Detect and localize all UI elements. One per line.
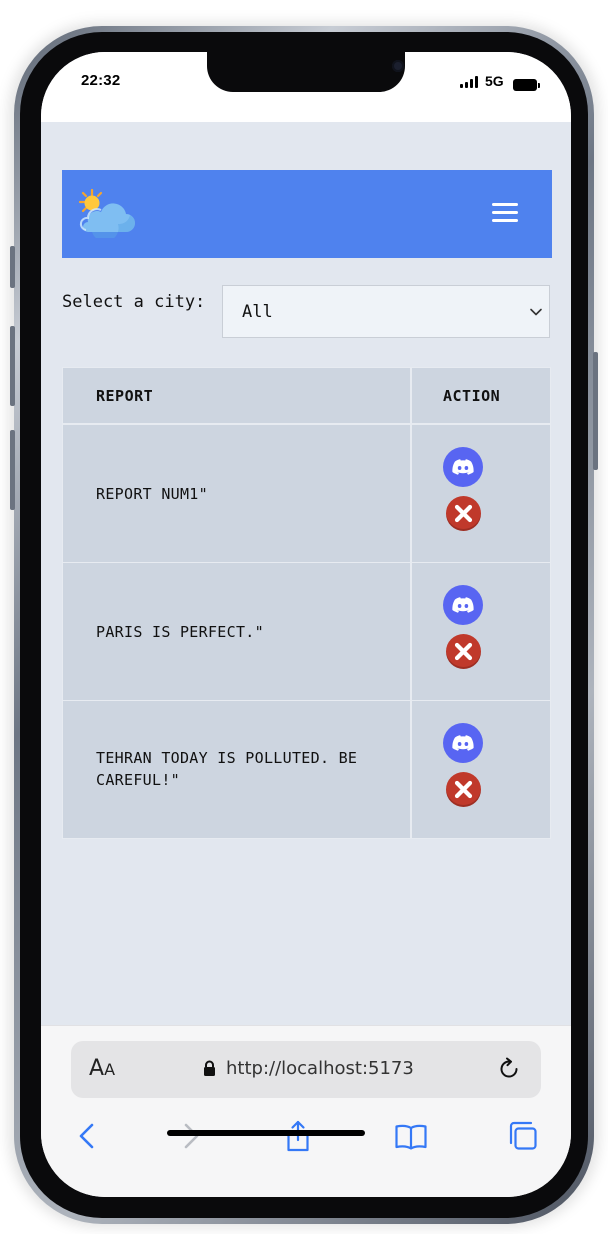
forward-chevron-icon[interactable] xyxy=(174,1119,208,1153)
chevron-down-icon xyxy=(530,308,542,316)
address-bar[interactable]: AA http://localhost:5173 xyxy=(71,1041,541,1098)
report-text: REPORT NUM1" xyxy=(96,485,208,503)
hamburger-menu-icon[interactable] xyxy=(492,200,520,224)
web-page: Select a city: All REPORT ACTION REPORT … xyxy=(41,122,571,1025)
phone-screen: 22:32 5G Select a city: All REPORT ACTIO… xyxy=(41,52,571,1197)
status-time: 22:32 xyxy=(81,72,121,89)
discord-icon[interactable] xyxy=(443,585,483,625)
network-label: 5G xyxy=(485,73,504,89)
report-column-header: REPORT xyxy=(96,387,154,405)
home-indicator[interactable] xyxy=(167,1130,365,1136)
share-icon[interactable] xyxy=(281,1119,315,1153)
bookmarks-icon[interactable] xyxy=(394,1119,428,1153)
notch xyxy=(207,52,405,92)
lock-icon xyxy=(204,1060,215,1076)
silent-switch xyxy=(10,246,15,288)
battery-icon xyxy=(513,79,537,91)
delete-x-icon[interactable] xyxy=(446,634,481,669)
discord-icon[interactable] xyxy=(443,723,483,763)
report-table: REPORT ACTION REPORT NUM1" PARIS IS PERF… xyxy=(62,367,551,839)
city-select[interactable]: All xyxy=(222,285,550,338)
power-button xyxy=(593,352,598,470)
table-row: PARIS IS PERFECT." xyxy=(63,563,550,701)
tabs-icon[interactable] xyxy=(506,1119,540,1153)
delete-x-icon[interactable] xyxy=(446,772,481,807)
url-text: http://localhost:5173 xyxy=(226,1058,414,1079)
discord-icon[interactable] xyxy=(443,447,483,487)
volume-down-button xyxy=(10,430,15,510)
volume-up-button xyxy=(10,326,15,406)
status-bar: 22:32 5G xyxy=(41,52,571,122)
city-select-value: All xyxy=(242,302,273,322)
text-size-button[interactable]: AA xyxy=(89,1056,115,1081)
table-row: REPORT NUM1" xyxy=(63,425,550,563)
reload-icon[interactable] xyxy=(497,1057,521,1081)
battery-tip xyxy=(538,83,540,88)
back-chevron-icon[interactable] xyxy=(70,1119,104,1153)
navbar xyxy=(62,170,552,258)
action-column-header: ACTION xyxy=(443,387,501,405)
report-text: PARIS IS PERFECT." xyxy=(96,623,264,641)
browser-toolbar: AA http://localhost:5173 xyxy=(41,1025,571,1197)
report-text: TEHRAN TODAY IS POLLUTED. BE CAREFUL!" xyxy=(96,749,358,789)
front-camera-icon xyxy=(392,60,404,72)
sun-behind-cloud-icon[interactable] xyxy=(74,186,138,238)
city-select-label: Select a city: xyxy=(62,292,206,312)
delete-x-icon[interactable] xyxy=(446,496,481,531)
table-row: TEHRAN TODAY IS POLLUTED. BE CAREFUL!" xyxy=(63,701,550,838)
signal-bars-icon xyxy=(460,76,480,88)
table-header: REPORT ACTION xyxy=(63,368,550,425)
